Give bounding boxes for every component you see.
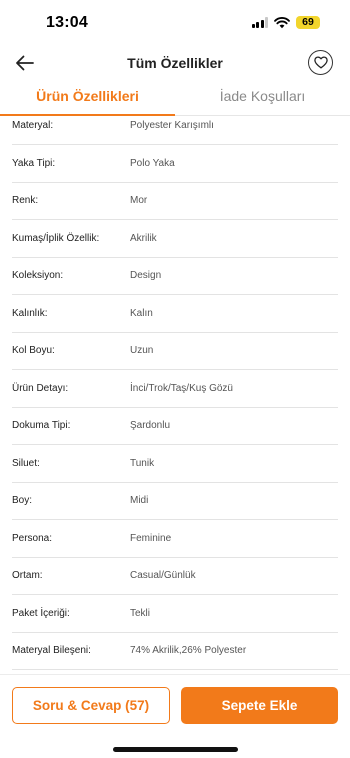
spec-row: Koleksiyon: Design (12, 258, 338, 295)
status-bar: 13:04 69 (0, 0, 350, 44)
spec-row: Ortam: Casual/Günlük (12, 558, 338, 595)
nav-bar: Tüm Özellikler (0, 44, 350, 84)
spec-value: Şardonlu (130, 420, 171, 431)
spec-label: Siluet: (12, 457, 40, 469)
spec-value: Feminine (130, 532, 172, 544)
spec-label: Kol Boyu: (12, 345, 55, 356)
spec-row: Materyal Bileşeni: 74% Akrilik,26% Polye… (12, 633, 338, 670)
spec-label: Renk: (12, 195, 39, 206)
spec-row: Kumaş/İplik Özellik: Akrilik (12, 220, 338, 258)
spec-value: Polyester Karışımlı (130, 120, 214, 131)
spec-label: Materyal: (12, 120, 54, 131)
home-indicator[interactable] (113, 747, 238, 752)
spec-row: Materyal: Polyester Karışımlı (12, 116, 338, 145)
spec-value: Casual/Günlük (130, 570, 196, 581)
heart-icon (313, 56, 328, 69)
spec-row: Kalınlık: Kalın (12, 295, 338, 333)
spec-value: 74% Akrilik,26% Polyester (130, 645, 247, 656)
spec-label: Boy: (12, 495, 33, 506)
spec-row: Dokuma Tipi: Şardonlu (12, 408, 338, 445)
spec-value: Design (130, 270, 162, 281)
wifi-icon (274, 16, 290, 28)
signal-icon (251, 17, 268, 28)
spec-list[interactable]: Materyal: Polyester Karışımlı Yaka Tipi:… (0, 116, 350, 674)
status-time: 13:04 (46, 14, 88, 31)
spec-label: Persona: (12, 532, 53, 544)
spec-label: Paket İçeriği: (12, 607, 70, 619)
spec-row: Persona: Feminine (12, 520, 338, 558)
spec-label: Koleksiyon: (12, 270, 64, 281)
spec-value: Mor (130, 195, 148, 206)
spec-value: Kalın (130, 307, 153, 319)
spec-value: Polo Yaka (130, 157, 175, 169)
spec-label: Ürün Detayı: (12, 382, 69, 394)
spec-value: Tekli (130, 607, 151, 619)
spec-label: Ortam: (12, 570, 43, 581)
battery-icon: 69 (296, 16, 320, 29)
tab-bar: Ürün Özellikleri İade Koşulları (0, 84, 350, 116)
spec-row: Paket İçeriği: Tekli (12, 595, 338, 633)
spec-row: Kol Boyu: Uzun (12, 333, 338, 370)
spec-row: Siluet: Tunik (12, 445, 338, 483)
spec-row: Boy: Midi (12, 483, 338, 520)
page-title: Tüm Özellikler (127, 55, 223, 71)
favorite-button[interactable] (308, 50, 333, 75)
spec-value: Akrilik (130, 232, 157, 244)
spec-value: Uzun (130, 345, 154, 356)
tab-product-features[interactable]: Ürün Özellikleri (0, 88, 175, 116)
bottom-action-bar: Soru & Cevap (57) Sepete Ekle (0, 674, 350, 758)
spec-value: Midi (130, 495, 149, 506)
spec-value: Tunik (130, 457, 155, 469)
spec-label: Kalınlık: (12, 307, 48, 319)
spec-row: Yaka Tipi: Polo Yaka (12, 145, 338, 183)
questions-answers-button[interactable]: Soru & Cevap (57) (12, 687, 170, 724)
spec-value: İnci/Trok/Taş/Kuş Gözü (130, 382, 233, 394)
add-to-cart-button[interactable]: Sepete Ekle (181, 687, 338, 724)
tab-return-conditions[interactable]: İade Koşulları (175, 88, 350, 116)
spec-row: Ürün Detayı: İnci/Trok/Taş/Kuş Gözü (12, 370, 338, 408)
spec-label: Yaka Tipi: (12, 157, 56, 169)
spec-label: Kumaş/İplik Özellik: (12, 232, 100, 244)
spec-row: Renk: Mor (12, 183, 338, 220)
spec-label: Dokuma Tipi: (12, 420, 71, 431)
spec-label: Materyal Bileşeni: (12, 645, 91, 656)
status-icons: 69 (251, 16, 320, 29)
